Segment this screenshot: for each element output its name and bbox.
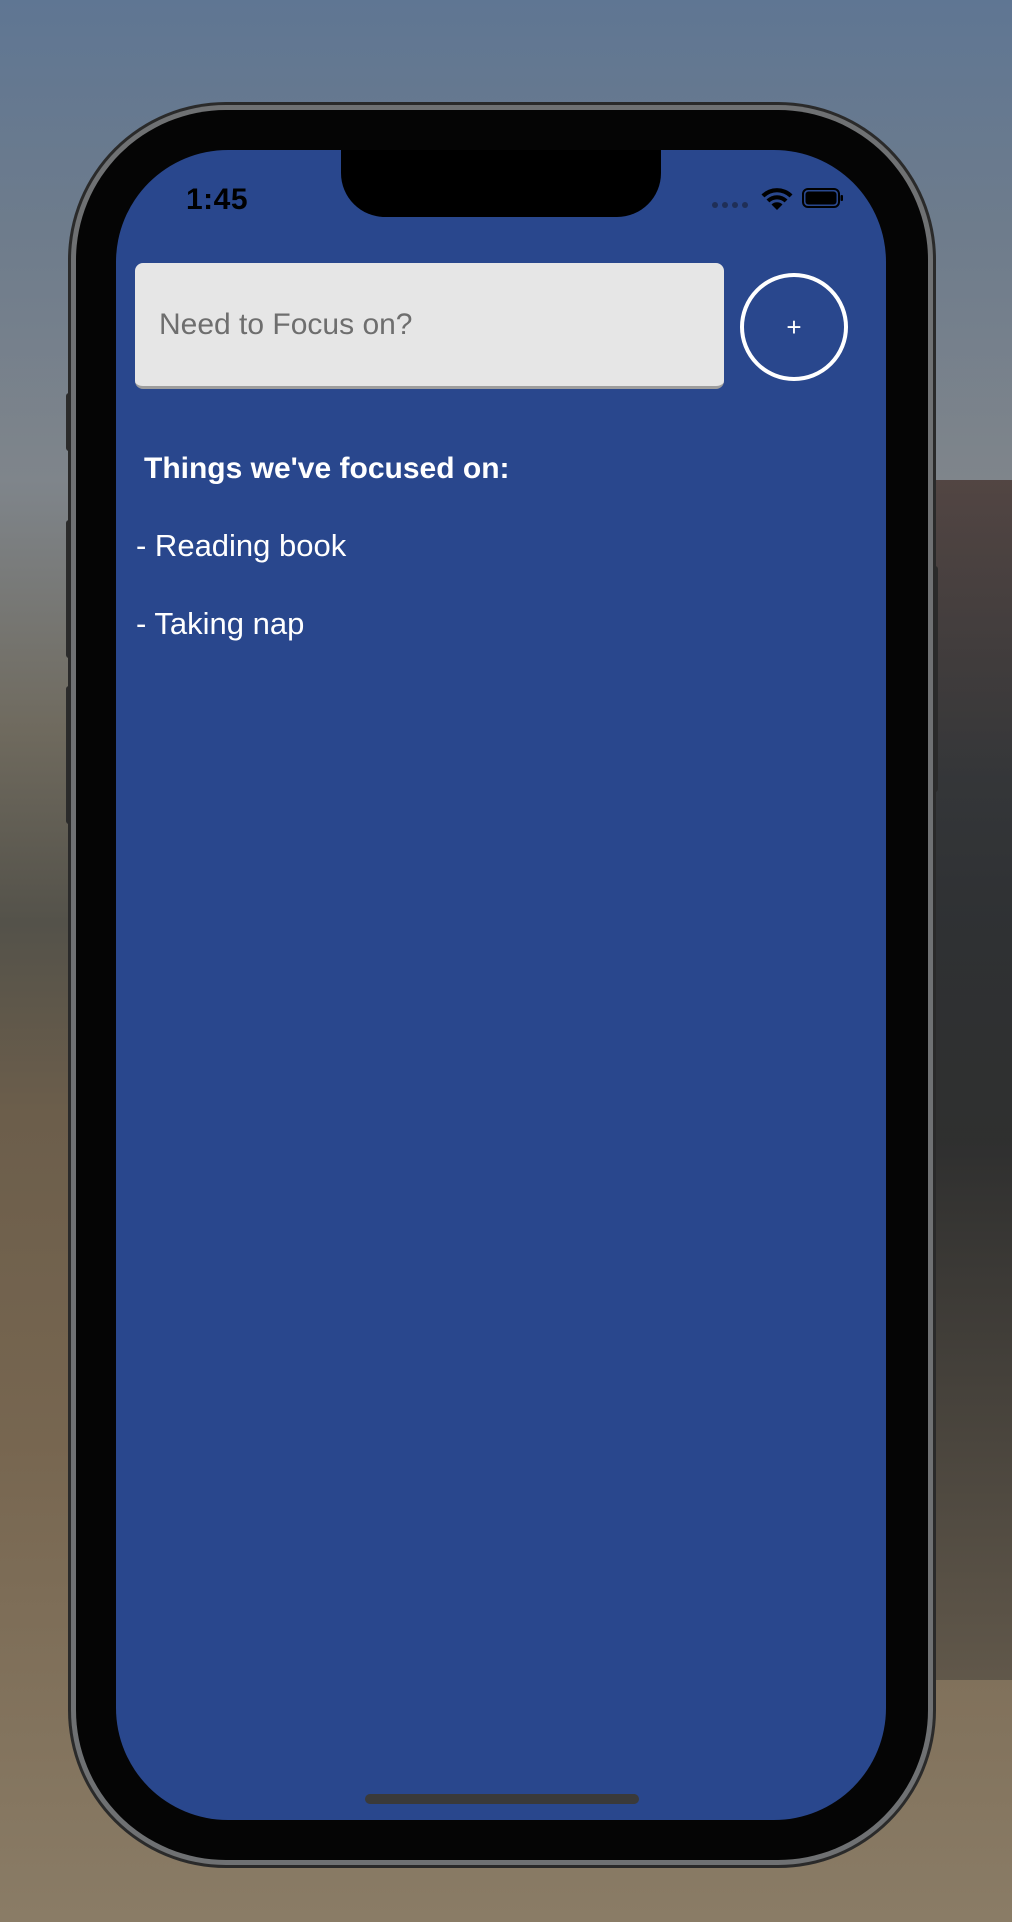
list-item: - Reading book bbox=[136, 528, 347, 563]
list-item: - Taking nap bbox=[136, 606, 305, 641]
add-button-label: + bbox=[786, 311, 802, 342]
focused-heading: Things we've focused on: bbox=[144, 452, 510, 485]
notch bbox=[341, 150, 661, 217]
battery-icon bbox=[802, 188, 843, 208]
status-time: 1:45 bbox=[186, 183, 249, 216]
focus-input[interactable] bbox=[135, 263, 724, 389]
add-focus-button[interactable]: + bbox=[740, 273, 848, 381]
app-screen: 1:45 + Things we've focused on: - Readin… bbox=[116, 150, 886, 1820]
home-indicator[interactable] bbox=[365, 1794, 639, 1804]
wifi-icon bbox=[761, 188, 793, 210]
focused-list: - Reading book - Taking nap bbox=[136, 528, 346, 684]
cellular-signal-icon bbox=[712, 202, 748, 208]
